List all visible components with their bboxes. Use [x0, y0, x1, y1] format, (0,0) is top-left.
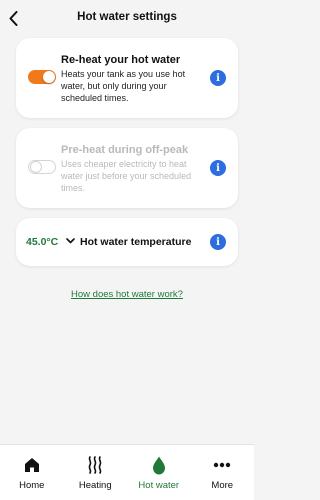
reheat-toggle[interactable]	[28, 70, 56, 84]
page-title: Hot water settings	[77, 11, 177, 23]
water-drop-icon	[127, 456, 191, 474]
temperature-value[interactable]: 45.0°C	[26, 236, 58, 248]
reheat-card: Re-heat your hot water Heats your tank a…	[16, 38, 238, 118]
preheat-toggle[interactable]	[28, 160, 56, 174]
home-icon	[0, 456, 64, 474]
tab-bar: Home Heating Hot water More	[0, 444, 254, 500]
help-link[interactable]: How does hot water work?	[0, 289, 254, 300]
reheat-title: Re-heat your hot water	[61, 54, 181, 66]
info-icon[interactable]: i	[210, 70, 226, 86]
tab-label: Heating	[78, 480, 112, 491]
toggle-knob	[30, 161, 42, 173]
chevron-down-icon[interactable]	[65, 235, 75, 247]
tab-more[interactable]: More	[191, 445, 255, 500]
tab-label: Home	[19, 480, 45, 491]
preheat-card: Pre-heat during off-peak Uses cheaper el…	[16, 128, 238, 208]
temperature-card[interactable]: 45.0°C Hot water temperature i	[16, 218, 238, 266]
preheat-title: Pre-heat during off-peak	[61, 144, 189, 156]
temperature-label: Hot water temperature	[80, 236, 192, 248]
preheat-description: Uses cheaper electricity to heat water j…	[61, 159, 192, 193]
heat-waves-icon	[64, 456, 128, 474]
tab-home[interactable]: Home	[0, 445, 64, 500]
reheat-description: Heats your tank as you use hot water, bu…	[61, 69, 186, 103]
info-icon[interactable]: i	[210, 234, 226, 250]
more-dots-icon	[191, 456, 255, 474]
header: Hot water settings	[0, 0, 254, 34]
tab-hot-water[interactable]: Hot water	[127, 445, 191, 500]
tab-label: More	[211, 480, 234, 491]
tab-label: Hot water	[138, 480, 180, 491]
tab-heating[interactable]: Heating	[64, 445, 128, 500]
info-icon[interactable]: i	[210, 160, 226, 176]
toggle-knob	[43, 71, 55, 83]
